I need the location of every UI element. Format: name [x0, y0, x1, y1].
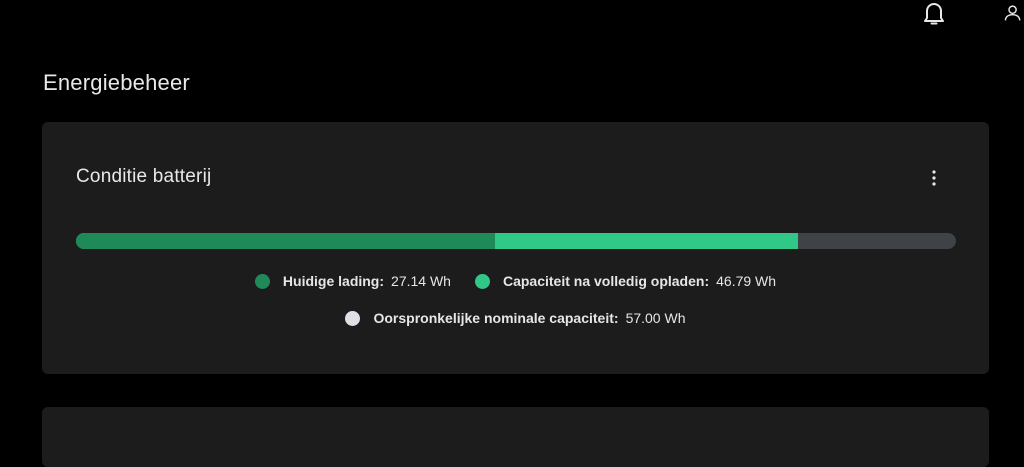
next-card	[42, 407, 989, 467]
legend-row: Huidige lading: 27.14 Wh Capaciteit na v…	[42, 273, 989, 289]
legend-value: 46.79 Wh	[716, 273, 777, 289]
user-icon[interactable]	[1004, 0, 1024, 28]
card-title: Conditie batterij	[76, 166, 212, 187]
legend-item-nominal-capacity: Oorspronkelijke nominale capaciteit: 57.…	[345, 310, 686, 326]
more-options-button[interactable]	[922, 166, 946, 190]
bell-icon-graphic	[924, 3, 944, 25]
legend-label: Huidige lading:	[282, 273, 385, 289]
nominal-capacity-dot	[345, 310, 361, 326]
current-charge-dot	[254, 273, 270, 289]
user-icon-graphic	[1004, 5, 1021, 21]
more-vertical-icon	[932, 170, 936, 186]
legend-value: 27.14 Wh	[391, 273, 451, 289]
legend-label: Oorspronkelijke nominale capaciteit:	[373, 310, 619, 326]
page-title: Energiebeheer	[43, 70, 190, 95]
battery-capacity-bar	[76, 233, 956, 249]
legend-row: Oorspronkelijke nominale capaciteit: 57.…	[42, 310, 989, 326]
legend-label: Capaciteit na volledig opladen:	[502, 273, 710, 289]
legend-item-current-charge: Huidige lading: 27.14 Wh	[254, 273, 451, 289]
legend-value: 57.00 Wh	[625, 310, 686, 326]
current-charge-segment	[76, 233, 495, 249]
bell-icon[interactable]	[918, 0, 950, 28]
battery-condition-card: Conditie batterij Huidige lading: 27.14 …	[42, 122, 989, 374]
full-charge-dot	[474, 273, 490, 289]
legend-item-full-charge: Capaciteit na volledig opladen: 46.79 Wh	[474, 273, 777, 289]
